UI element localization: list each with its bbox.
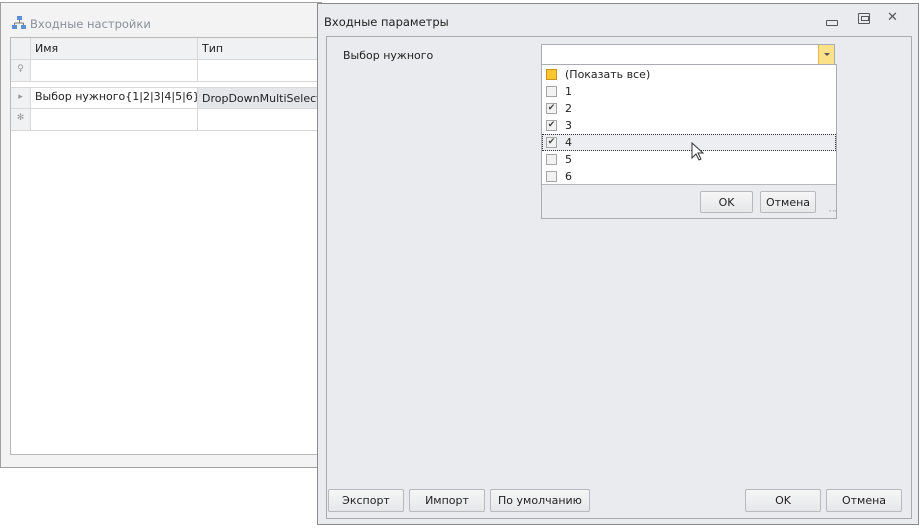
- cancel-button[interactable]: Отмена: [826, 489, 902, 512]
- row-indicator-arrow-icon: ▸: [11, 87, 31, 109]
- list-item[interactable]: ✔ 3: [542, 117, 836, 134]
- hierarchy-icon: [12, 16, 26, 30]
- item-label: (Показать все): [565, 68, 651, 81]
- default-button[interactable]: По умолчанию: [490, 489, 590, 512]
- item-label: 2: [565, 102, 572, 115]
- table-row-type[interactable]: DropDownMultiSelect: [198, 87, 328, 109]
- list-item-show-all[interactable]: (Показать все): [542, 66, 836, 83]
- settings-grid: Имя Тип ♀ ▸ Выбор нужного{1|2|3|4|5|6} D…: [10, 37, 328, 455]
- multiselect-combo[interactable]: [541, 44, 835, 65]
- column-header-type[interactable]: Тип: [198, 38, 328, 60]
- list-item[interactable]: 1: [542, 83, 836, 100]
- new-row-type[interactable]: [198, 109, 328, 131]
- resize-grip-icon[interactable]: ⠠⠤: [826, 206, 838, 217]
- dialog-title: Входные параметры: [324, 15, 449, 29]
- table-row-name[interactable]: Выбор нужного{1|2|3|4|5|6}: [31, 87, 198, 109]
- window-title: Входные настройки: [30, 17, 151, 31]
- item-label: 3: [565, 119, 572, 132]
- indicator-header: [11, 38, 31, 60]
- checkbox-unchecked-icon[interactable]: [546, 154, 557, 165]
- checklist: (Показать все) 1 ✔ 2 ✔ 3 ✔ 4 5 6: [542, 65, 836, 185]
- export-button[interactable]: Экспорт: [328, 489, 404, 512]
- mouse-cursor-icon: [691, 141, 705, 165]
- dropdown-popup: (Показать все) 1 ✔ 2 ✔ 3 ✔ 4 5 6 OK Отмена …: [541, 64, 838, 219]
- popup-ok-button[interactable]: OK: [700, 191, 753, 213]
- new-row-name[interactable]: [31, 109, 198, 131]
- filter-cell-name[interactable]: [31, 60, 198, 82]
- import-button[interactable]: Импорт: [409, 489, 485, 512]
- close-icon[interactable]: ✕: [887, 10, 901, 26]
- item-label: 5: [565, 153, 572, 166]
- new-row-icon: ✻: [11, 109, 31, 131]
- dropdown-arrow-icon[interactable]: [818, 45, 834, 64]
- ok-button[interactable]: OK: [745, 489, 821, 512]
- item-label: 1: [565, 85, 572, 98]
- checkbox-partial-icon[interactable]: [546, 69, 557, 80]
- list-item[interactable]: 6: [542, 168, 836, 185]
- list-item[interactable]: 5: [542, 151, 836, 168]
- item-label: 4: [565, 136, 572, 149]
- checkbox-checked-icon[interactable]: ✔: [546, 103, 557, 114]
- checkbox-checked-icon[interactable]: ✔: [546, 137, 557, 148]
- checkbox-unchecked-icon[interactable]: [546, 171, 557, 182]
- popup-cancel-button[interactable]: Отмена: [760, 191, 816, 213]
- minimize-icon[interactable]: [826, 16, 838, 26]
- filter-icon: ♀: [11, 60, 31, 82]
- checkbox-checked-icon[interactable]: ✔: [546, 120, 557, 131]
- field-label: Выбор нужного: [343, 49, 434, 62]
- item-label: 6: [565, 170, 572, 183]
- checkbox-unchecked-icon[interactable]: [546, 86, 557, 97]
- column-header-name[interactable]: Имя: [31, 38, 198, 60]
- maximize-icon[interactable]: [858, 13, 870, 24]
- list-item[interactable]: ✔ 2: [542, 100, 836, 117]
- filter-cell-type[interactable]: [198, 60, 328, 82]
- list-item-focused[interactable]: ✔ 4: [542, 134, 836, 151]
